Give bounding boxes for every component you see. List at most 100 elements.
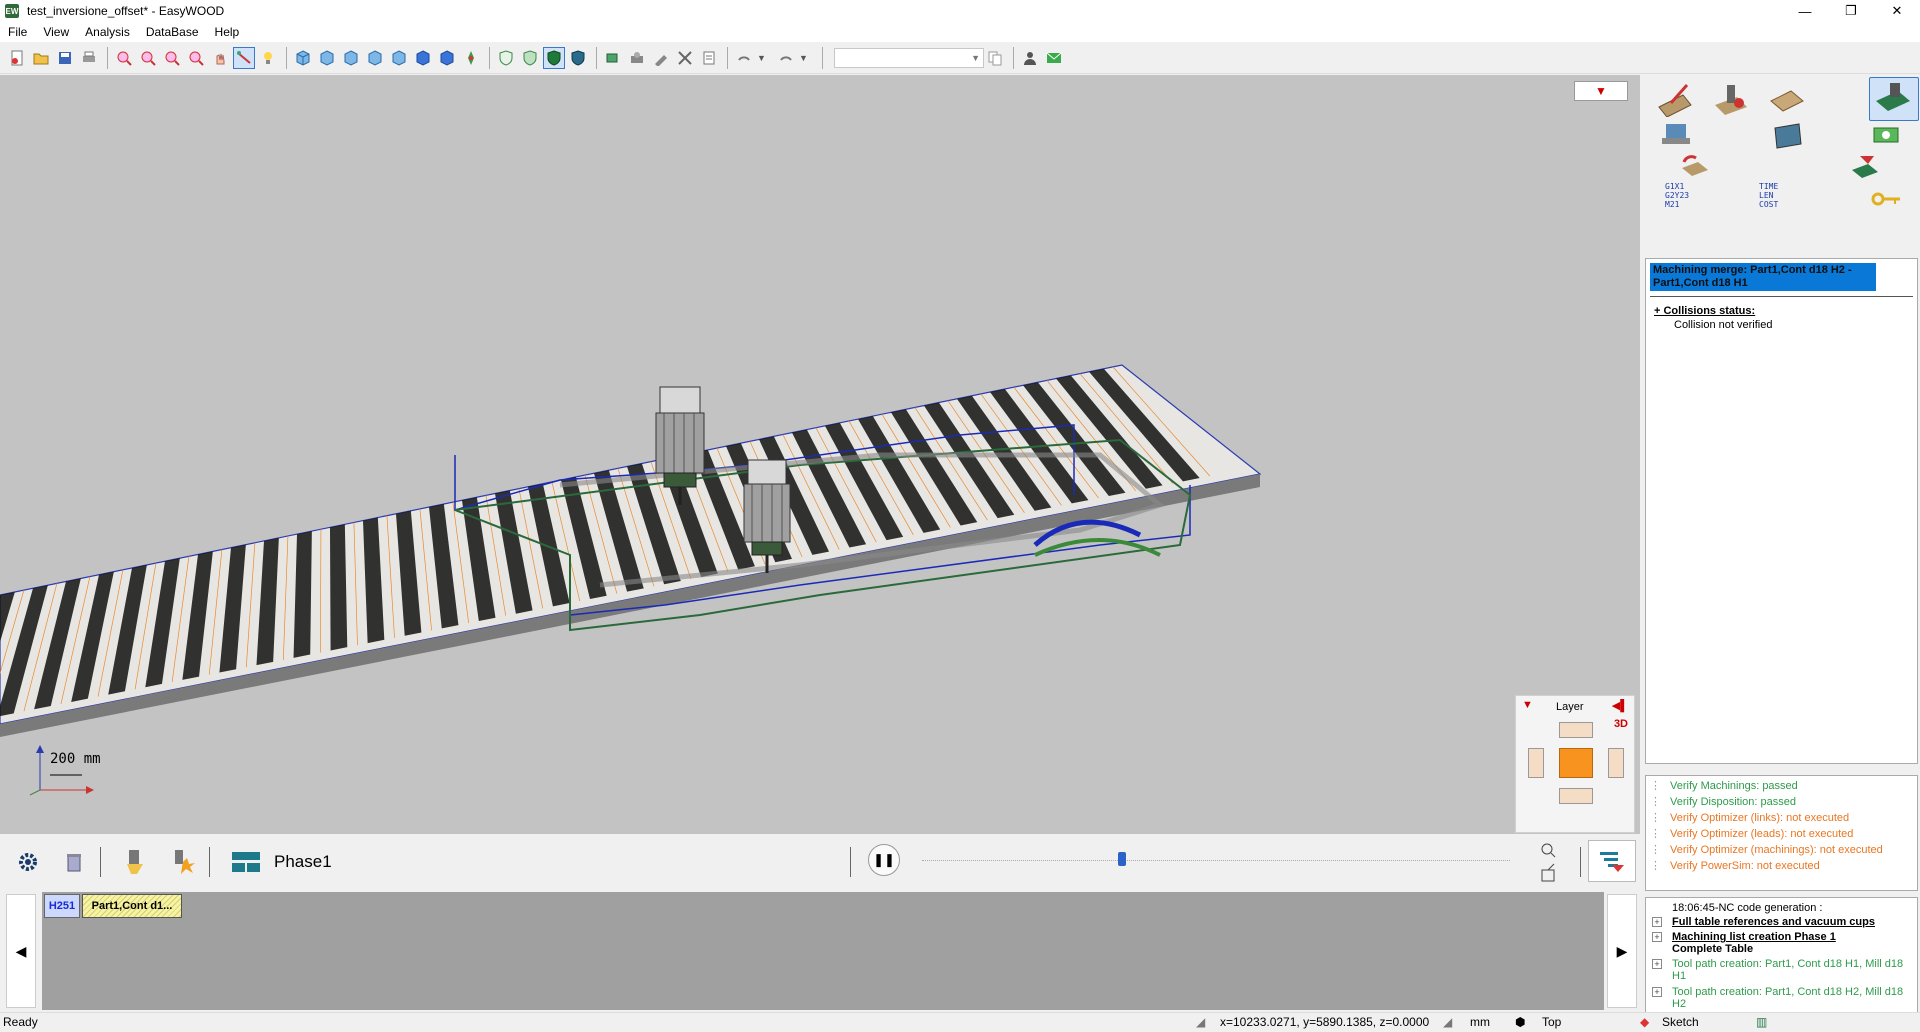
tool-icon[interactable]	[650, 47, 672, 69]
user-icon[interactable]	[1019, 47, 1041, 69]
toolbar-combo[interactable]: ▼	[834, 47, 984, 68]
log-entry: Complete Table	[1672, 943, 1754, 955]
view-bottom-icon[interactable]	[436, 47, 458, 69]
status-view[interactable]: Top	[1542, 1015, 1561, 1029]
menu-view[interactable]: View	[35, 22, 77, 42]
menu-file[interactable]: File	[0, 22, 35, 42]
view-left-icon[interactable]	[364, 47, 386, 69]
maximize-button[interactable]: ❐	[1828, 0, 1874, 22]
view-right-icon[interactable]	[388, 47, 410, 69]
save-icon[interactable]	[54, 47, 76, 69]
zoom-in-icon[interactable]	[137, 47, 159, 69]
layer-bottom[interactable]	[1559, 788, 1593, 804]
view-back-icon[interactable]	[340, 47, 362, 69]
log-entry: Tool path creation: Part1, Cont d18 H1, …	[1672, 958, 1904, 982]
timeline-track[interactable]: H251 Part1,Cont d1...	[42, 892, 1604, 1010]
tool-holder-icon[interactable]	[1766, 115, 1810, 155]
timeline-separator	[850, 847, 851, 877]
redo-icon[interactable]	[775, 47, 797, 69]
layer-3d-mode[interactable]: 3D	[1614, 718, 1628, 730]
scale-label: 200 mm	[50, 751, 101, 767]
gcode-icon[interactable]: G1X1 G2Y23 M21	[1653, 179, 1713, 211]
undo-icon[interactable]	[733, 47, 755, 69]
scroll-right-icon[interactable]: ▶	[1607, 894, 1637, 1008]
tools-cross-icon[interactable]	[674, 47, 696, 69]
filter-list-icon[interactable]	[1588, 840, 1636, 882]
settings-gear-icon[interactable]	[10, 844, 46, 880]
tool-path-icon[interactable]	[119, 844, 155, 880]
layer-center[interactable]	[1559, 748, 1593, 778]
time-cost-icon[interactable]: TIME LEN COST	[1743, 179, 1803, 211]
3d-viewport[interactable]: ▼ 200 mm ▼ Layer ◀▌ 3D	[0, 75, 1640, 834]
panel-icon[interactable]	[602, 47, 624, 69]
mail-icon[interactable]	[1043, 47, 1065, 69]
verify-item: ⋮ Verify Optimizer (links): not executed	[1650, 811, 1849, 824]
copy-icon[interactable]	[984, 47, 1006, 69]
zoom-window-icon[interactable]	[113, 47, 135, 69]
redo-dropdown-icon[interactable]: ▼	[799, 53, 809, 63]
collisions-heading[interactable]: + Collisions status:	[1654, 305, 1755, 317]
layer-right[interactable]	[1608, 748, 1624, 778]
collision-spark-icon[interactable]	[165, 844, 201, 880]
open-file-icon[interactable]	[30, 47, 52, 69]
phase-icon[interactable]	[228, 844, 264, 880]
sketch-diamond-icon: ◆	[1640, 1015, 1650, 1029]
expand-icon[interactable]: +	[1652, 932, 1662, 942]
layer-top[interactable]	[1559, 722, 1593, 738]
expand-icon[interactable]: +	[1652, 917, 1662, 927]
log-entry: 18:06:45-NC code generation :	[1672, 902, 1823, 914]
timeline-track-area: ◀ H251 Part1,Cont d1... ▶	[0, 890, 1640, 1010]
panel-board-icon[interactable]	[1765, 80, 1809, 120]
shield-half-icon[interactable]	[519, 47, 541, 69]
menu-help[interactable]: Help	[207, 22, 248, 42]
menu-analysis[interactable]: Analysis	[77, 22, 138, 42]
simulation-slider-thumb[interactable]	[1117, 852, 1126, 866]
close-button[interactable]: ✕	[1874, 0, 1920, 22]
view-axes-icon[interactable]	[460, 47, 482, 69]
key-icon[interactable]	[1865, 179, 1909, 219]
head-chip[interactable]: H251	[44, 894, 80, 918]
layer-menu-chevron-icon[interactable]: ▼	[1522, 699, 1533, 711]
measure-icon[interactable]	[233, 46, 255, 69]
status-mode[interactable]: Sketch	[1662, 1015, 1699, 1029]
new-file-icon[interactable]	[6, 47, 28, 69]
shield-dark-icon[interactable]	[567, 47, 589, 69]
drawing-board-icon[interactable]	[1653, 80, 1697, 120]
expand-icon[interactable]: +	[1652, 987, 1662, 997]
print-icon[interactable]	[78, 47, 100, 69]
verify-item-label: Verify Optimizer (links): not executed	[1670, 812, 1850, 824]
view-front-icon[interactable]	[316, 47, 338, 69]
pause-button[interactable]: ❚❚	[868, 844, 900, 876]
list-icon[interactable]	[698, 47, 720, 69]
zoom-extents-icon[interactable]	[185, 47, 207, 69]
verify-item: ⋮ Verify PowerSim: not executed	[1650, 859, 1820, 872]
zoom-out-icon[interactable]	[161, 47, 183, 69]
layer-collapse-icon[interactable]: ◀▌	[1612, 699, 1628, 712]
gcode-label: G1X1 G2Y23 M21	[1665, 181, 1690, 209]
title-bar: EW test_inversione_offset* - EasyWOOD — …	[0, 0, 1920, 22]
part-chip[interactable]: Part1,Cont d1...	[82, 894, 182, 918]
layer-left[interactable]	[1528, 748, 1544, 778]
scroll-left-icon[interactable]: ◀	[6, 894, 36, 1008]
shield-icon[interactable]	[543, 46, 565, 69]
verify-item-label: Verify Optimizer (leads): not executed	[1670, 828, 1854, 840]
verify-item-label: Verify PowerSim: not executed	[1670, 860, 1820, 872]
toolbar-separator	[596, 46, 597, 69]
shield-outline-icon[interactable]	[495, 47, 517, 69]
expand-icon[interactable]: +	[1652, 959, 1662, 969]
timeline-separator	[100, 847, 101, 877]
machine-icon[interactable]	[626, 47, 648, 69]
undo-dropdown-icon[interactable]: ▼	[757, 53, 767, 63]
menu-database[interactable]: DataBase	[138, 22, 207, 42]
window-controls: — ❐ ✕	[1782, 0, 1920, 22]
recycle-bin-icon[interactable]	[56, 844, 92, 880]
simulation-slider-track[interactable]	[922, 860, 1510, 861]
view-top-icon[interactable]	[412, 47, 434, 69]
minimize-button[interactable]: —	[1782, 0, 1828, 22]
machine-setup-icon[interactable]	[1709, 80, 1753, 120]
pan-hand-icon[interactable]	[209, 47, 231, 69]
grid-icon[interactable]: ▥	[1756, 1015, 1767, 1029]
light-bulb-icon[interactable]	[257, 47, 279, 69]
view-iso-icon[interactable]	[292, 47, 314, 69]
status-units[interactable]: mm	[1470, 1015, 1490, 1029]
